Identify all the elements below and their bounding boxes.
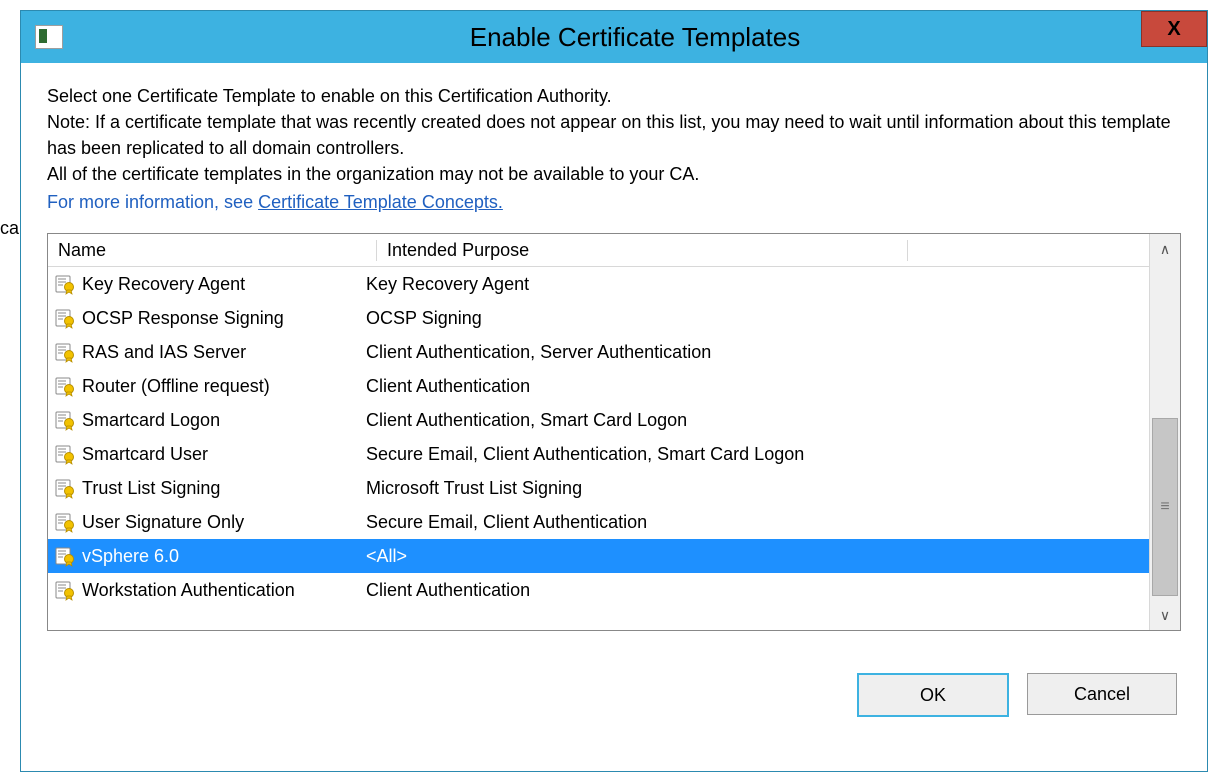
ok-button[interactable]: OK: [857, 673, 1009, 717]
template-name: Trust List Signing: [82, 478, 366, 499]
button-row: OK Cancel: [47, 673, 1181, 717]
certificate-icon: [54, 545, 76, 567]
template-purpose: Client Authentication: [366, 376, 1149, 397]
table-row[interactable]: Smartcard LogonClient Authentication, Sm…: [48, 403, 1149, 437]
table-row[interactable]: RAS and IAS ServerClient Authentication,…: [48, 335, 1149, 369]
enable-cert-templates-dialog: Enable Certificate Templates X Select on…: [20, 10, 1208, 772]
list-header: Name Intended Purpose: [48, 234, 1149, 267]
template-name: OCSP Response Signing: [82, 308, 366, 329]
template-listview: Name Intended Purpose Key Recovery Agent…: [47, 233, 1181, 631]
instruction-line: Note: If a certificate template that was…: [47, 109, 1181, 161]
template-purpose: OCSP Signing: [366, 308, 1149, 329]
background-cut-text: ca: [0, 218, 19, 239]
template-purpose: Client Authentication: [366, 580, 1149, 601]
certificate-icon: [54, 579, 76, 601]
certificate-icon: [54, 511, 76, 533]
info-prefix: For more information, see: [47, 192, 258, 212]
template-name: RAS and IAS Server: [82, 342, 366, 363]
certificate-icon: [54, 273, 76, 295]
dialog-title: Enable Certificate Templates: [63, 22, 1207, 53]
template-purpose: Key Recovery Agent: [366, 274, 1149, 295]
list-main: Name Intended Purpose Key Recovery Agent…: [48, 234, 1149, 630]
table-row[interactable]: Smartcard UserSecure Email, Client Authe…: [48, 437, 1149, 471]
instruction-line: All of the certificate templates in the …: [47, 161, 1181, 187]
dialog-body: Select one Certificate Template to enabl…: [21, 63, 1207, 731]
certificate-icon: [54, 307, 76, 329]
certificate-icon: [54, 443, 76, 465]
list-rows: Key Recovery AgentKey Recovery Agent OCS…: [48, 267, 1149, 630]
template-name: Workstation Authentication: [82, 580, 366, 601]
column-header-name[interactable]: Name: [48, 240, 377, 261]
certificate-icon: [54, 375, 76, 397]
cancel-button[interactable]: Cancel: [1027, 673, 1177, 715]
template-purpose: Secure Email, Client Authentication: [366, 512, 1149, 533]
table-row[interactable]: User Signature OnlySecure Email, Client …: [48, 505, 1149, 539]
template-purpose: Secure Email, Client Authentication, Sma…: [366, 444, 1149, 465]
scroll-track[interactable]: [1150, 264, 1180, 600]
scroll-down-arrow-icon[interactable]: ∨: [1150, 600, 1180, 630]
titlebar: Enable Certificate Templates X: [21, 11, 1207, 63]
table-row[interactable]: Workstation AuthenticationClient Authent…: [48, 573, 1149, 607]
table-row[interactable]: vSphere 6.0<All>: [48, 539, 1149, 573]
certificate-icon: [54, 409, 76, 431]
vertical-scrollbar[interactable]: ∧ ∨: [1149, 234, 1180, 630]
close-icon: X: [1167, 18, 1180, 41]
table-row[interactable]: Key Recovery AgentKey Recovery Agent: [48, 267, 1149, 301]
template-purpose: <All>: [366, 546, 1149, 567]
scroll-up-arrow-icon[interactable]: ∧: [1150, 234, 1180, 264]
table-row[interactable]: Router (Offline request)Client Authentic…: [48, 369, 1149, 403]
table-row[interactable]: Trust List SigningMicrosoft Trust List S…: [48, 471, 1149, 505]
certificate-icon: [54, 341, 76, 363]
template-name: vSphere 6.0: [82, 546, 366, 567]
scroll-thumb[interactable]: [1152, 418, 1178, 596]
template-purpose: Client Authentication, Server Authentica…: [366, 342, 1149, 363]
instructions: Select one Certificate Template to enabl…: [47, 83, 1181, 215]
template-name: Key Recovery Agent: [82, 274, 366, 295]
template-purpose: Client Authentication, Smart Card Logon: [366, 410, 1149, 431]
column-header-purpose[interactable]: Intended Purpose: [377, 240, 908, 261]
cert-template-concepts-link[interactable]: Certificate Template Concepts.: [258, 192, 503, 212]
template-name: Smartcard User: [82, 444, 366, 465]
table-row[interactable]: OCSP Response SigningOCSP Signing: [48, 301, 1149, 335]
app-icon: [35, 25, 63, 49]
template-purpose: Microsoft Trust List Signing: [366, 478, 1149, 499]
certificate-icon: [54, 477, 76, 499]
template-name: Router (Offline request): [82, 376, 366, 397]
info-link-line: For more information, see Certificate Te…: [47, 189, 1181, 215]
template-name: Smartcard Logon: [82, 410, 366, 431]
template-name: User Signature Only: [82, 512, 366, 533]
instruction-line: Select one Certificate Template to enabl…: [47, 83, 1181, 109]
close-button[interactable]: X: [1141, 11, 1207, 47]
